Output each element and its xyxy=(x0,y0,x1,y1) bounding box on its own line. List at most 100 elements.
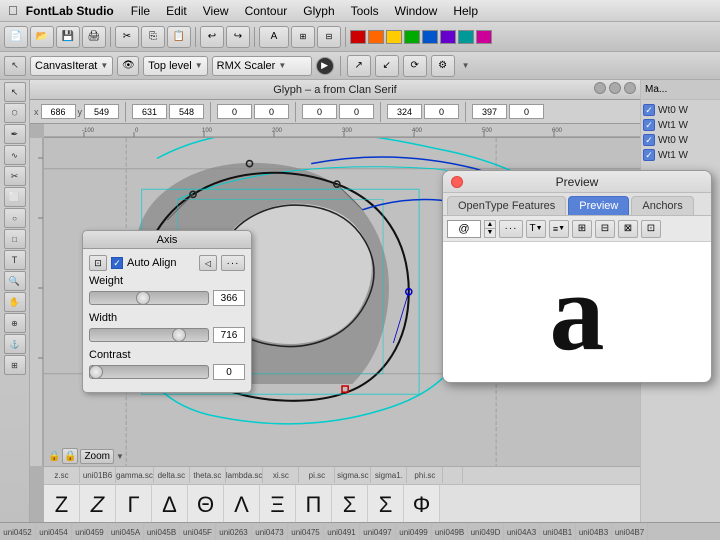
more-btn[interactable]: ▼ xyxy=(459,61,473,70)
coord-x2[interactable] xyxy=(132,104,167,119)
coord-v3[interactable] xyxy=(302,104,337,119)
check-box-3[interactable]: ✓ xyxy=(643,134,655,146)
char-cell-gamma[interactable]: Γ xyxy=(116,485,152,522)
check-box-1[interactable]: ✓ xyxy=(643,104,655,116)
menu-tools[interactable]: Tools xyxy=(344,3,386,19)
char-cell-phi[interactable]: Φ xyxy=(404,485,440,522)
sync-btn[interactable]: ⟳ xyxy=(403,55,427,77)
component-tool[interactable]: ⊞ xyxy=(4,355,26,375)
coord-y[interactable] xyxy=(84,104,119,119)
titlebar-close[interactable] xyxy=(624,82,636,94)
titlebar-minimize[interactable] xyxy=(594,82,606,94)
axis-dots-btn[interactable]: ··· xyxy=(221,255,245,271)
open-btn[interactable]: 📂 xyxy=(30,26,54,48)
bezier-tool[interactable]: ∿ xyxy=(4,145,26,165)
top-level-dropdown[interactable]: Top level ▼ xyxy=(143,56,207,76)
menu-file[interactable]: File xyxy=(124,3,157,19)
color-orange[interactable] xyxy=(368,30,384,44)
char-cell-delta[interactable]: Δ xyxy=(152,485,188,522)
tab-preview[interactable]: Preview xyxy=(568,196,629,215)
preview-dots-btn[interactable]: ··· xyxy=(499,220,523,238)
stepper-up[interactable]: ▲ xyxy=(485,221,495,230)
preview-text-btn[interactable]: T▼ xyxy=(526,220,546,238)
menu-window[interactable]: Window xyxy=(388,3,445,19)
import-btn[interactable]: ↙ xyxy=(375,55,399,77)
coord-v6[interactable] xyxy=(424,104,459,119)
shape-tool[interactable]: ○ xyxy=(4,208,26,228)
preview-grid2-btn[interactable]: ⊟ xyxy=(595,220,615,238)
zoom-lock-btn[interactable]: 🔒 xyxy=(62,448,78,464)
coord-v4[interactable] xyxy=(339,104,374,119)
color-cyan[interactable] xyxy=(458,30,474,44)
new-btn[interactable]: 📄 xyxy=(4,26,28,48)
axis-icon-btn[interactable]: ⊡ xyxy=(89,255,107,271)
contrast-value[interactable]: 0 xyxy=(213,364,245,380)
axis-setting-btn[interactable]: ◁ xyxy=(199,255,217,271)
char-cell-sigma[interactable]: Σ xyxy=(332,485,368,522)
zoom-in-tool[interactable]: 🔍 xyxy=(4,271,26,291)
coord-x[interactable] xyxy=(41,104,76,119)
coord-v1[interactable] xyxy=(217,104,252,119)
width-slider-thumb[interactable] xyxy=(172,328,186,342)
menu-edit[interactable]: Edit xyxy=(159,3,194,19)
width-slider-track[interactable] xyxy=(89,328,209,342)
node-tool[interactable]: ⬡ xyxy=(4,103,26,123)
preview-list-btn[interactable]: ≡▼ xyxy=(549,220,569,238)
paste-btn[interactable]: 📋 xyxy=(167,26,191,48)
check-wt1w-1[interactable]: ✓ Wt1 W xyxy=(643,119,718,131)
check-wt0w-2[interactable]: ✓ Wt0 W xyxy=(643,134,718,146)
weight-value[interactable]: 366 xyxy=(213,290,245,306)
cut-btn[interactable]: ✂ xyxy=(115,26,139,48)
char-cell-lambda[interactable]: Λ xyxy=(224,485,260,522)
save-btn[interactable]: 💾 xyxy=(56,26,80,48)
color-green[interactable] xyxy=(404,30,420,44)
select-tool[interactable]: ↖ xyxy=(4,82,26,102)
color-blue[interactable] xyxy=(422,30,438,44)
pen-tool[interactable]: ✒ xyxy=(4,124,26,144)
font-preview-btn[interactable]: A xyxy=(259,26,289,48)
preview-grid3-btn[interactable]: ⊠ xyxy=(618,220,638,238)
knife-tool[interactable]: ✂ xyxy=(4,166,26,186)
hand-tool[interactable]: ✋ xyxy=(4,292,26,312)
measure-tool[interactable]: ⊕ xyxy=(4,313,26,333)
rmx-scaler-dropdown[interactable]: RMX Scaler ▼ xyxy=(212,56,312,76)
rect-tool[interactable]: □ xyxy=(4,229,26,249)
preview-grid1-btn[interactable]: ⊞ xyxy=(572,220,592,238)
weight-slider-track[interactable] xyxy=(89,291,209,305)
auto-align-checkbox[interactable]: ✓ xyxy=(111,257,123,269)
run-btn[interactable]: ▶ xyxy=(316,57,334,75)
text-tool[interactable]: T xyxy=(4,250,26,270)
tab-anchors[interactable]: Anchors xyxy=(631,196,693,215)
check-wt0w-1[interactable]: ✓ Wt0 W xyxy=(643,104,718,116)
arrow-tool[interactable]: ↖ xyxy=(4,56,26,76)
coord-v8[interactable] xyxy=(509,104,544,119)
print-btn[interactable]: 🖨 xyxy=(82,26,106,48)
zoom-dropdown[interactable]: Zoom xyxy=(80,449,114,464)
coord-y2[interactable] xyxy=(169,104,204,119)
eye-btn[interactable]: 👁 xyxy=(117,56,139,76)
metrics-btn[interactable]: ⊞ xyxy=(291,26,315,48)
char-cell-Z2[interactable]: Z xyxy=(80,485,116,522)
zoom-arrow[interactable]: ▼ xyxy=(116,452,124,461)
settings-btn[interactable]: ⚙ xyxy=(431,55,455,77)
canvas-iterat-dropdown[interactable]: CanvasIterat ▼ xyxy=(30,56,113,76)
color-magenta[interactable] xyxy=(476,30,492,44)
check-box-4[interactable]: ✓ xyxy=(643,149,655,161)
coord-v7[interactable] xyxy=(472,104,507,119)
check-wt1w-2[interactable]: ✓ Wt1 W xyxy=(643,149,718,161)
preview-close-btn[interactable] xyxy=(451,176,463,188)
anchor-tool[interactable]: ⚓ xyxy=(4,334,26,354)
char-cell-sigma2[interactable]: Σ xyxy=(368,485,404,522)
weight-slider-thumb[interactable] xyxy=(136,291,150,305)
menu-help[interactable]: Help xyxy=(446,3,485,19)
eraser-tool[interactable]: ⬜ xyxy=(4,187,26,207)
char-cell-xi[interactable]: Ξ xyxy=(260,485,296,522)
color-red[interactable] xyxy=(350,30,366,44)
char-cell-pi[interactable]: Π xyxy=(296,485,332,522)
menu-contour[interactable]: Contour xyxy=(238,3,295,19)
color-yellow[interactable] xyxy=(386,30,402,44)
coord-v5[interactable] xyxy=(387,104,422,119)
char-cell-theta[interactable]: Θ xyxy=(188,485,224,522)
char-cell-Z1[interactable]: Z xyxy=(44,485,80,522)
export-btn[interactable]: ↗ xyxy=(347,55,371,77)
